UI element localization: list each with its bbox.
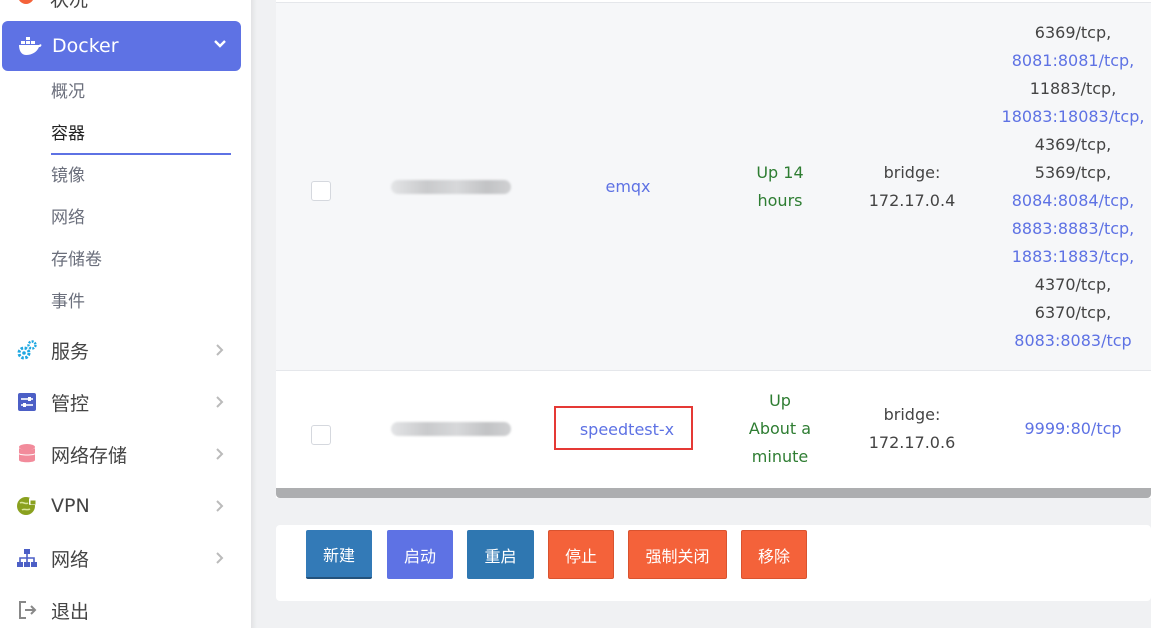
subnav-item-events[interactable]: 事件 — [51, 288, 231, 330]
globe-lock-icon — [16, 495, 38, 517]
sidebar-item-status[interactable]: 状况 — [16, 0, 88, 12]
network-line: bridge: — [883, 163, 941, 182]
sidebar-item-network-storage[interactable]: 网络存储 — [16, 434, 231, 474]
subnav-item-containers[interactable]: 容器 — [51, 120, 231, 155]
database-icon — [16, 443, 38, 465]
new-button[interactable]: 新建 — [306, 530, 372, 579]
status-line: minute — [751, 447, 809, 466]
row-checkbox[interactable] — [311, 425, 331, 445]
redacted-container-id — [391, 180, 511, 194]
sidebar-item-label: 网络存储 — [51, 444, 128, 467]
container-ports: 9999:80/tcp — [998, 415, 1148, 443]
sidebar-item-label: 管控 — [51, 392, 90, 415]
chevron-right-icon — [214, 394, 226, 410]
port-link[interactable]: 8084:8084/tcp, — [998, 187, 1148, 215]
sliders-icon — [16, 391, 38, 413]
sidebar-item-logout[interactable]: 退出 — [16, 590, 231, 628]
network-line: 172.17.0.6 — [868, 433, 956, 452]
container-name-link[interactable]: emqx — [576, 173, 680, 201]
status-line: About a — [748, 419, 812, 438]
gears-icon — [16, 339, 38, 361]
port-link[interactable]: 1883:1883/tcp, — [998, 243, 1148, 271]
container-name-link[interactable]: speedtest-x — [566, 416, 688, 444]
subnav-item-networks[interactable]: 网络 — [51, 204, 231, 246]
status-line: hours — [757, 191, 803, 210]
container-network: bridge: 172.17.0.4 — [852, 159, 972, 215]
sidebar-item-vpn[interactable]: VPN — [16, 486, 231, 526]
chevron-down-icon — [212, 36, 228, 52]
sidebar: 状况 Docker 概况 容器 镜像 网络 存储卷 事件 — [0, 0, 257, 628]
container-status: Up About a minute — [730, 387, 830, 471]
network-line: bridge: — [883, 405, 941, 424]
sidebar-item-label: 服务 — [51, 340, 90, 363]
chevron-right-icon — [214, 342, 226, 358]
start-button[interactable]: 启动 — [387, 530, 453, 579]
chevron-right-icon — [214, 498, 226, 514]
sidebar-item-network[interactable]: 网络 — [16, 538, 231, 578]
restart-button[interactable]: 重启 — [467, 530, 534, 579]
sidebar-item-label: 退出 — [51, 600, 90, 623]
port-text: 5369/tcp, — [1034, 163, 1112, 182]
sidebar-item-label: VPN — [51, 495, 90, 517]
chevron-right-icon — [214, 550, 226, 566]
subnav-item-overview[interactable]: 概况 — [51, 78, 231, 120]
sidebar-item-label: 状况 — [50, 0, 88, 12]
container-table: emqx Up 14 hours bridge: 172.17.0.4 6369… — [276, 0, 1151, 498]
container-network: bridge: 172.17.0.6 — [852, 401, 972, 457]
docker-icon — [18, 35, 42, 57]
port-link[interactable]: 9999:80/tcp — [998, 415, 1148, 443]
logout-icon — [16, 599, 38, 621]
sidebar-item-control[interactable]: 管控 — [16, 382, 231, 422]
port-text: 4369/tcp, — [1034, 135, 1112, 154]
container-status: Up 14 hours — [730, 159, 830, 215]
subnav-item-volumes[interactable]: 存储卷 — [51, 246, 231, 288]
status-icon — [16, 0, 36, 10]
remove-button[interactable]: 移除 — [741, 530, 807, 579]
network-icon — [16, 547, 38, 569]
port-link[interactable]: 8081:8081/tcp, — [998, 47, 1148, 75]
table-row: emqx Up 14 hours bridge: 172.17.0.4 6369… — [276, 2, 1151, 371]
redacted-container-id — [391, 422, 511, 436]
force-stop-button[interactable]: 强制关闭 — [628, 530, 727, 579]
container-ports: 6369/tcp, 8081:8081/tcp, 11883/tcp, 1808… — [998, 19, 1148, 355]
port-link[interactable]: 18083:18083/tcp, — [998, 103, 1148, 131]
port-text: 6369/tcp, — [1034, 23, 1112, 42]
subnav-item-images[interactable]: 镜像 — [51, 162, 231, 204]
docker-subnav: 概况 容器 镜像 网络 存储卷 事件 — [51, 78, 231, 330]
stop-button[interactable]: 停止 — [548, 530, 614, 579]
port-text: 11883/tcp, — [1029, 79, 1117, 98]
sidebar-item-docker[interactable]: Docker — [2, 21, 241, 71]
network-line: 172.17.0.4 — [868, 191, 956, 210]
port-link[interactable]: 8883:8883/tcp, — [998, 215, 1148, 243]
port-text: 6370/tcp, — [1034, 303, 1112, 322]
port-text: 4370/tcp, — [1034, 275, 1112, 294]
sidebar-item-label: 网络 — [51, 548, 90, 571]
table-row: speedtest-x Up About a minute bridge: 17… — [276, 371, 1151, 488]
status-line: Up — [769, 391, 791, 410]
row-checkbox[interactable] — [311, 181, 331, 201]
chevron-right-icon — [214, 446, 226, 462]
sidebar-item-label: Docker — [52, 35, 119, 57]
status-line: Up 14 — [756, 163, 804, 182]
action-bar: 新建 启动 重启 停止 强制关闭 移除 — [276, 525, 1151, 601]
sidebar-item-services[interactable]: 服务 — [16, 330, 231, 370]
port-link[interactable]: 8083:8083/tcp — [998, 327, 1148, 355]
horizontal-scrollbar[interactable] — [276, 488, 1151, 498]
